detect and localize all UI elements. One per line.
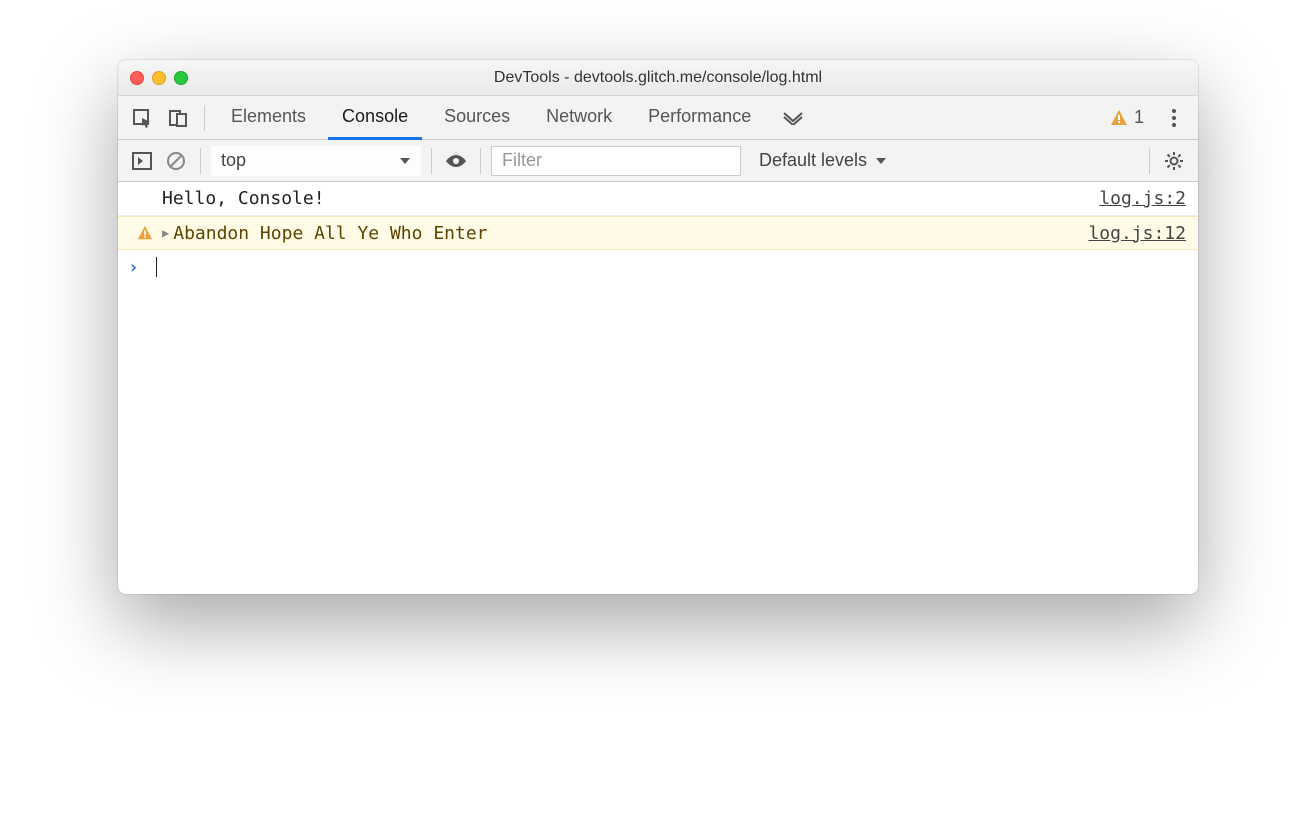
tab-performance[interactable]: Performance [634,96,765,140]
log-message: Abandon Hope All Ye Who Enter [173,223,1088,244]
separator [480,148,481,174]
window-title: DevTools - devtools.glitch.me/console/lo… [118,69,1198,87]
warn-row[interactable]: ▶ Abandon Hope All Ye Who Enter log.js:1… [118,216,1198,250]
prompt-caret-icon: › [128,257,148,278]
toggle-sidebar-icon[interactable] [128,147,156,175]
chevron-down-icon [399,156,411,166]
devtools-window: DevTools - devtools.glitch.me/console/lo… [118,60,1198,594]
device-toolbar-icon[interactable] [164,104,192,132]
log-source-link[interactable]: log.js:12 [1088,223,1186,244]
execution-context-select[interactable]: top [211,146,421,176]
warning-count: 1 [1134,107,1144,128]
console-toolbar: top Default levels [118,140,1198,182]
tab-network[interactable]: Network [532,96,626,140]
warning-triangle-icon [137,225,153,241]
tab-console[interactable]: Console [328,96,422,140]
console-prompt[interactable]: › [118,250,1198,284]
kebab-menu-icon[interactable] [1160,104,1188,132]
chevron-down-icon [875,156,887,166]
console-log-area: Hello, Console! log.js:2 ▶ Abandon Hope … [118,182,1198,594]
warning-triangle-icon [1110,109,1128,127]
more-tabs-icon[interactable] [773,104,813,132]
row-gutter [128,225,162,241]
log-row[interactable]: Hello, Console! log.js:2 [118,182,1198,216]
tab-sources[interactable]: Sources [430,96,524,140]
log-source-link[interactable]: log.js:2 [1099,188,1186,209]
log-levels-select[interactable]: Default levels [747,146,899,176]
console-blank-area[interactable] [118,284,1198,594]
separator [431,148,432,174]
context-label: top [221,150,246,171]
clear-console-icon[interactable] [162,147,190,175]
separator [1149,148,1150,174]
live-expression-icon[interactable] [442,147,470,175]
devtools-tabs: Elements Console Sources Network Perform… [118,96,1198,140]
separator [200,148,201,174]
separator [204,105,205,131]
levels-label: Default levels [759,150,867,171]
titlebar: DevTools - devtools.glitch.me/console/lo… [118,60,1198,96]
filter-input[interactable] [491,146,741,176]
warning-count-badge[interactable]: 1 [1102,107,1152,128]
console-settings-icon[interactable] [1160,147,1188,175]
tab-elements[interactable]: Elements [217,96,320,140]
log-message: Hello, Console! [162,188,1099,209]
disclosure-triangle-icon[interactable]: ▶ [162,226,169,240]
inspect-element-icon[interactable] [128,104,156,132]
text-cursor [156,257,157,277]
